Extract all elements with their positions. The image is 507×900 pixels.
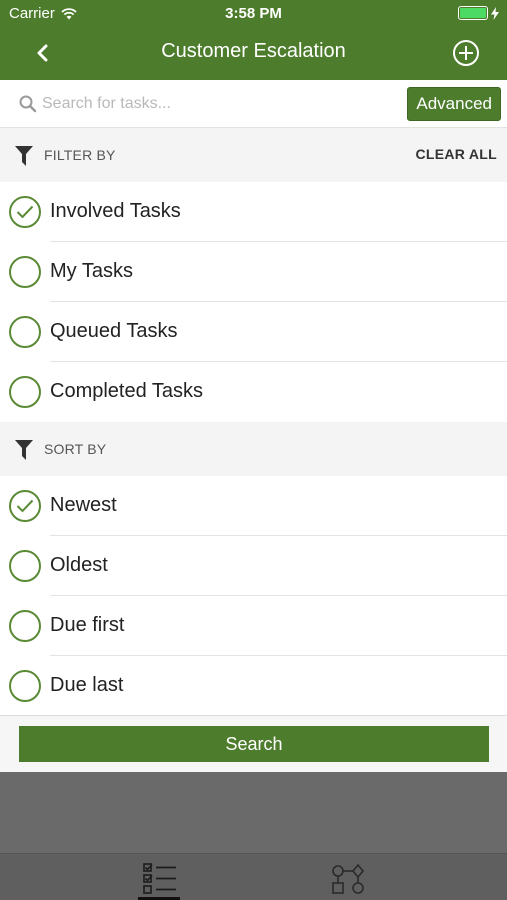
funnel-icon [15,146,33,166]
navigation-bar: Customer Escalation [0,28,507,80]
search-button-container: Search [0,715,507,772]
option-label: Newest [50,494,117,516]
radio-button[interactable] [9,550,41,582]
back-button[interactable] [28,38,58,68]
radio-button[interactable] [9,670,41,702]
tab-tasks[interactable] [120,854,200,900]
advanced-button[interactable]: Advanced [407,87,501,121]
tab-bar [0,853,507,900]
search-bar: Advanced [0,80,507,128]
search-button[interactable]: Search [19,726,489,762]
chevron-left-icon [37,44,48,62]
radio-button[interactable] [9,490,41,522]
radio-button[interactable] [9,196,41,228]
sort-header-label: SORT BY [44,441,107,457]
option-label: Oldest [50,554,108,576]
sort-option-due-last[interactable]: Due last [0,656,507,716]
filter-option-my-tasks[interactable]: My Tasks [0,242,507,302]
sort-option-newest[interactable]: Newest [0,476,507,536]
task-list-icon [143,863,176,894]
search-icon [19,95,37,113]
radio-button[interactable] [9,610,41,642]
option-label: Queued Tasks [50,320,178,342]
option-label: My Tasks [50,260,133,282]
tab-process[interactable] [308,854,388,900]
option-label: Completed Tasks [50,380,204,402]
sort-option-due-first[interactable]: Due first [0,596,507,656]
dimmed-background[interactable] [0,772,507,853]
page-title: Customer Escalation [161,40,346,62]
filter-option-involved-tasks[interactable]: Involved Tasks [0,182,507,242]
filter-option-completed-tasks[interactable]: Completed Tasks [0,362,507,422]
clear-all-button[interactable]: CLEAR ALL [415,146,497,162]
option-label: Due first [50,614,125,636]
sort-option-oldest[interactable]: Oldest [0,536,507,596]
funnel-icon [15,440,33,460]
radio-button[interactable] [9,376,41,408]
radio-button[interactable] [9,316,41,348]
filter-option-queued-tasks[interactable]: Queued Tasks [0,302,507,362]
process-shapes-icon [332,863,365,894]
charging-bolt-icon [491,6,499,20]
status-time: 3:58 PM [225,5,282,22]
checkmark-icon [16,205,34,219]
search-input[interactable] [42,90,392,118]
battery-indicator [458,6,499,20]
add-task-button[interactable] [451,38,481,68]
status-bar: Carrier 3:58 PM [0,0,507,28]
filter-header-label: FILTER BY [44,147,116,163]
battery-icon [458,6,488,20]
option-label: Involved Tasks [50,200,181,222]
filter-section-header: FILTER BY CLEAR ALL [0,128,507,182]
checkmark-icon [16,499,34,513]
radio-button[interactable] [9,256,41,288]
sort-section-header: SORT BY [0,422,507,476]
option-label: Due last [50,674,124,696]
add-circle-icon [453,40,479,66]
